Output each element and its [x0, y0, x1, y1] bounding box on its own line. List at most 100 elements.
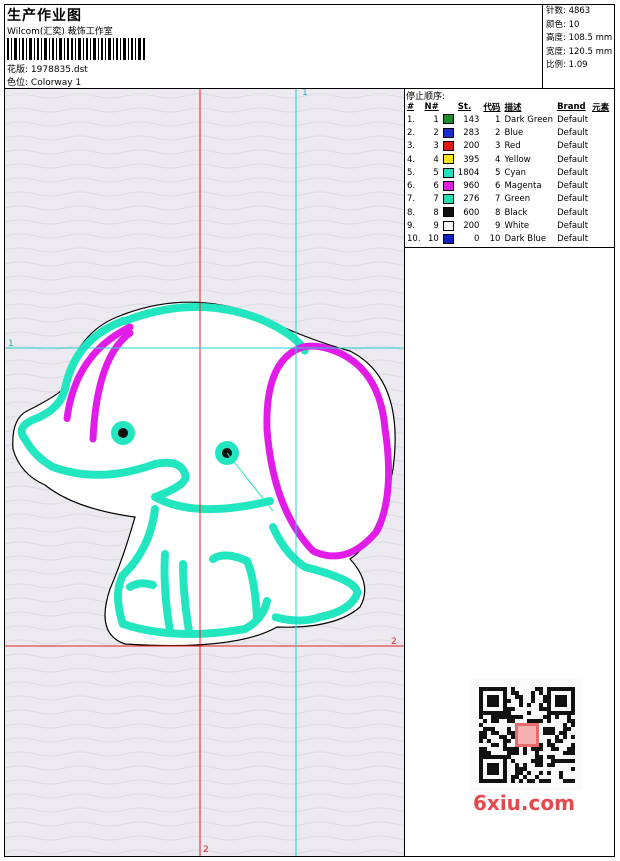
- cell-st: 1804: [457, 167, 480, 178]
- thread-row: 6. 6 960 6 Magenta Default: [405, 179, 611, 192]
- cell-code: 1: [495, 114, 501, 125]
- cell-st: 395: [463, 154, 480, 165]
- cell-desc: Dark Blue: [504, 234, 547, 245]
- cell-st: 960: [463, 181, 480, 192]
- cell-brand: Default: [557, 194, 589, 205]
- stat-scale: 比例: 1.09: [546, 60, 588, 70]
- cell-code: 5: [495, 167, 501, 178]
- cell-code: 7: [495, 194, 501, 205]
- design-value: 1978835.dst: [30, 65, 88, 75]
- cell-code: 6: [495, 181, 501, 192]
- colorway-label: 色位:: [7, 78, 29, 88]
- cell-brand: Default: [557, 207, 589, 218]
- guide-label-h2: 2: [391, 637, 397, 647]
- cell-desc: Yellow: [504, 154, 531, 165]
- cell-brand: Default: [557, 181, 589, 192]
- cell-st: 600: [463, 207, 480, 218]
- design-preview: [5, 89, 404, 856]
- watermark-logo: 6xiu.com: [473, 791, 575, 815]
- page-title: 生产作业图: [7, 8, 82, 24]
- cell-code: 9: [495, 221, 501, 232]
- colorway-info: 色位: Colorway 1: [7, 75, 81, 88]
- col-st: St.: [457, 101, 472, 112]
- design-canvas[interactable]: 1 1 2 2: [5, 89, 404, 856]
- cell-n: 9.: [407, 221, 416, 232]
- thread-table: # N# St. 代码 描述 Brand 元素 1. 1 143 1 Dark Gree…: [405, 100, 611, 246]
- thread-row: 1. 1 143 1 Dark Green Default: [405, 113, 611, 126]
- color-swatch: [442, 180, 454, 191]
- cell-st: 0: [474, 234, 480, 245]
- stats-panel: 针数: 4863 颜色: 10 高度: 108.5 mm 宽度: 120.5 m…: [542, 4, 615, 88]
- thread-row: 4. 4 395 4 Yellow Default: [405, 153, 611, 166]
- cell-n: 1.: [407, 114, 416, 125]
- cell-st: 276: [463, 194, 480, 205]
- cell-desc: Cyan: [504, 167, 526, 178]
- cell-brand: Default: [557, 127, 589, 138]
- thread-row: 3. 3 200 3 Red Default: [405, 140, 611, 153]
- col-brand: Brand: [557, 101, 586, 112]
- cell-brand: Default: [557, 221, 589, 232]
- cell-desc: White: [504, 221, 530, 232]
- cell-n: 8.: [407, 207, 416, 218]
- color-swatch: [442, 207, 454, 218]
- col-code: 代码: [483, 102, 501, 113]
- cell-n: 3.: [407, 141, 416, 152]
- thread-panel: 停止顺序: # N# St. 代码 描述 Brand 元素 1. 1 143 1 Dar…: [404, 89, 614, 856]
- cell-n: 2.: [407, 127, 416, 138]
- guide-label-v1: 1: [302, 89, 308, 98]
- color-swatch: [442, 114, 454, 125]
- color-swatch: [442, 194, 454, 205]
- stat-stitches: 针数: 4863: [546, 6, 591, 16]
- thread-row: 9. 9 200 9 White Default: [405, 219, 611, 232]
- cell-st: 200: [463, 141, 480, 152]
- company-name: Wilcom(汇奕) 裁饰工作室: [7, 27, 113, 37]
- design-label: 花版:: [7, 65, 29, 75]
- cell-brand: Default: [557, 141, 589, 152]
- col-element: 元素: [592, 102, 610, 113]
- cell-nn: 3: [433, 141, 439, 152]
- cell-desc: Red: [504, 141, 521, 152]
- color-swatch: [442, 220, 454, 231]
- cell-nn: 5: [433, 167, 439, 178]
- cell-nn: 7: [433, 194, 439, 205]
- cell-nn: 2: [433, 127, 439, 138]
- color-swatch: [442, 234, 454, 245]
- cell-nn: 4: [433, 154, 439, 165]
- qr-code: [471, 679, 583, 791]
- thread-row: 2. 2 283 2 Blue Default: [405, 126, 611, 139]
- thread-row: 10. 10 0 10 Dark Blue Default: [405, 233, 611, 246]
- cell-code: 8: [495, 207, 501, 218]
- barcode: [7, 38, 145, 60]
- design-info: 花版: 1978835.dst: [7, 62, 88, 75]
- cell-desc: Black: [504, 207, 528, 218]
- cell-desc: Magenta: [504, 181, 542, 192]
- cell-n: 5.: [407, 167, 416, 178]
- cell-code: 3: [495, 141, 501, 152]
- cell-nn: 1: [433, 114, 439, 125]
- cell-nn: 6: [433, 181, 439, 192]
- cell-desc: Green: [504, 194, 531, 205]
- guide-label-h1: 1: [8, 339, 14, 349]
- cell-n: 10.: [407, 234, 421, 245]
- cell-code: 10: [489, 234, 501, 245]
- cell-st: 283: [463, 127, 480, 138]
- cell-n: 7.: [407, 194, 416, 205]
- col-num: #: [407, 101, 415, 112]
- colorway-value: Colorway 1: [30, 78, 82, 88]
- cell-code: 4: [495, 154, 501, 165]
- cell-brand: Default: [557, 114, 589, 125]
- col-desc: 描述: [504, 102, 522, 113]
- col-n: N#: [424, 101, 439, 112]
- cell-n: 6.: [407, 181, 416, 192]
- thread-row: 5. 5 1804 5 Cyan Default: [405, 166, 611, 179]
- color-swatch: [442, 140, 454, 151]
- stat-colors: 颜色: 10: [546, 19, 580, 30]
- cell-desc: Blue: [504, 127, 524, 138]
- color-swatch: [442, 167, 454, 178]
- cell-nn: 8: [433, 207, 439, 218]
- cell-brand: Default: [557, 154, 589, 165]
- thread-row: 8. 8 600 8 Black Default: [405, 206, 611, 219]
- color-swatch: [442, 127, 454, 138]
- thread-row: 7. 7 276 7 Green Default: [405, 193, 611, 206]
- cell-desc: Dark Green: [504, 114, 554, 125]
